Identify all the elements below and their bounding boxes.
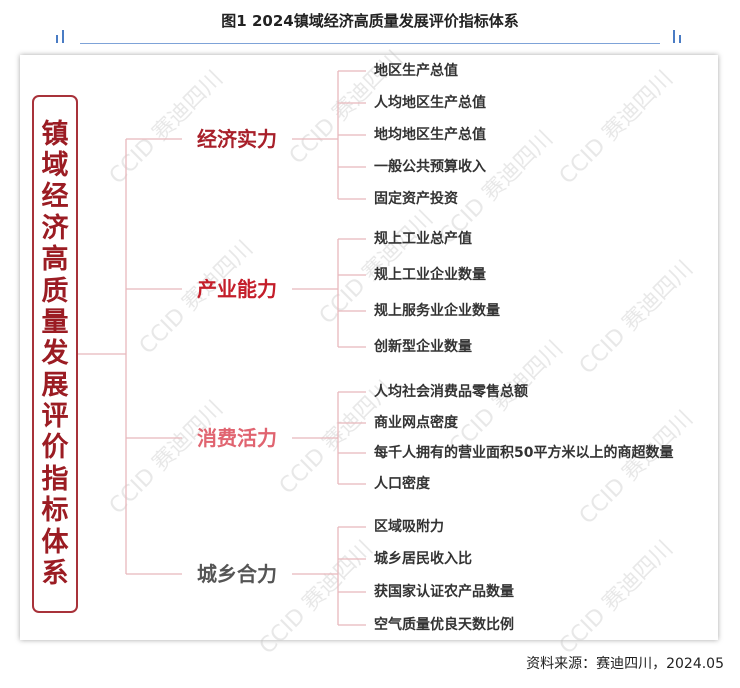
indicator-item: 空气质量优良天数比例 [374,617,514,633]
indicator-item: 城乡居民收入比 [374,551,472,567]
root-node: 镇域经济高质量发展评价指标体系 [32,95,78,613]
source-note: 资料来源：赛迪四川，2024.05 [526,656,724,672]
indicator-item: 规上服务业企业数量 [374,303,500,319]
category-node: 经济实力 [197,127,277,151]
tree-connectors [78,70,366,626]
root-char: 济 [41,212,69,244]
indicator-item: 获国家认证农产品数量 [374,584,514,600]
root-char: 发 [41,338,69,370]
root-char: 镇 [41,118,69,150]
root-char: 质 [41,275,69,307]
indicator-item: 规上工业企业数量 [374,267,486,283]
indicator-item: 固定资产投资 [374,191,458,207]
category-node: 产业能力 [197,277,277,301]
indicator-item: 人口密度 [374,476,430,492]
root-char: 评 [41,401,69,433]
root-char: 高 [41,244,69,276]
root-char: 指 [41,463,69,495]
category-node: 城乡合力 [197,562,277,586]
indicator-item: 区域吸附力 [374,519,444,535]
indicator-item: 地均地区生产总值 [374,127,486,143]
root-char: 系 [41,558,69,590]
root-char: 价 [41,432,69,464]
indicator-item: 创新型企业数量 [374,339,472,355]
indicator-item: 商业网点密度 [374,415,458,431]
indicator-item: 一般公共预算收入 [374,159,486,175]
category-node: 消费活力 [197,426,277,450]
root-char: 体 [41,526,69,558]
indicator-item: 地区生产总值 [374,63,458,79]
root-char: 标 [41,495,69,527]
root-char: 域 [41,149,69,181]
indicator-item: 每千人拥有的营业面积50平方米以上的商超数量 [374,445,674,461]
indicator-item: 人均地区生产总值 [374,95,486,111]
root-char: 展 [41,369,69,401]
indicator-item: 规上工业总产值 [374,231,472,247]
indicator-item: 人均社会消费品零售总额 [374,384,528,400]
root-char: 经 [41,181,69,213]
root-char: 量 [41,306,69,338]
